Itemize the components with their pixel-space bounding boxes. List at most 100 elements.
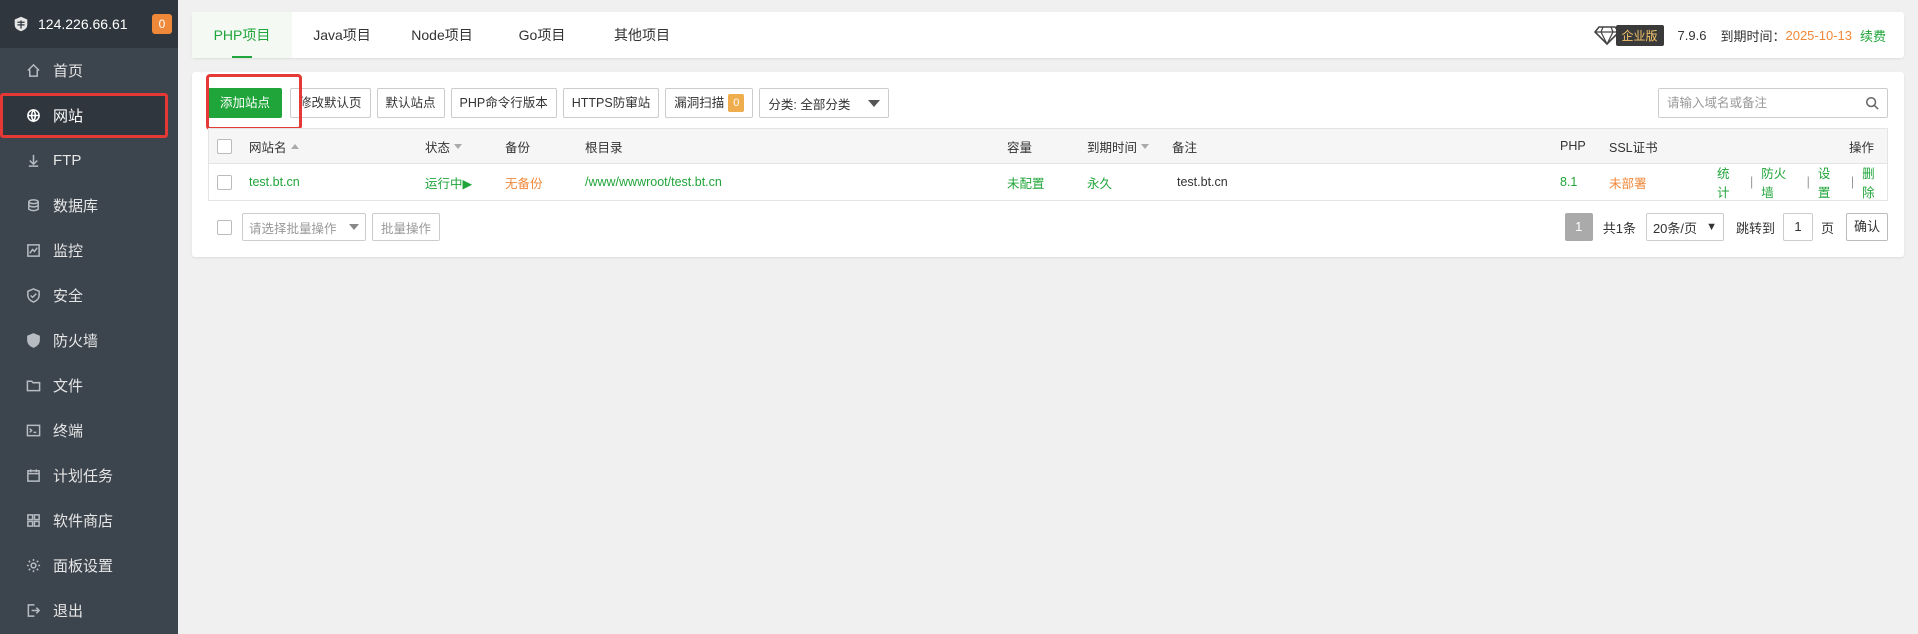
tab-php-project[interactable]: PHP项目	[192, 12, 292, 58]
sidebar-item-settings[interactable]: 面板设置	[0, 543, 178, 588]
footer-select-all-checkbox[interactable]	[217, 219, 232, 235]
firewall-link[interactable]: 防火墙	[1761, 163, 1798, 201]
sort-desc-icon	[454, 143, 463, 149]
header-label: 到期时间	[1087, 140, 1138, 155]
project-tabs-bar: PHP项目 Java项目 Node项目 Go项目 其他项目 企业版 7.9.6 …	[192, 12, 1904, 58]
header-backup: 备份	[505, 129, 530, 163]
edition-label: 企业版	[1615, 24, 1664, 46]
header-php: PHP	[1560, 129, 1586, 163]
sidebar-item-security[interactable]: 安全	[0, 273, 178, 318]
select-all-checkbox[interactable]	[217, 138, 232, 154]
vuln-scan-button[interactable]: 漏洞扫描 0	[665, 88, 754, 118]
site-status-toggle[interactable]: 运行中▶	[425, 164, 472, 200]
sidebar-item-label: 面板设置	[53, 558, 114, 575]
total-count: 共1条	[1602, 220, 1636, 236]
current-page[interactable]: 1	[1564, 213, 1593, 241]
sidebar-item-terminal[interactable]: 终端	[0, 408, 178, 453]
sidebar-item-database[interactable]: 数据库	[0, 183, 178, 228]
table-footer: 请选择批量操作 批量操作 1 共1条 20条/页 ▼ 跳转到 1 页 确认	[208, 212, 1888, 242]
sidebar-item-store[interactable]: 软件商店	[0, 498, 178, 543]
tab-node-project[interactable]: Node项目	[392, 12, 492, 58]
sidebar-item-home[interactable]: 首页	[0, 48, 178, 93]
site-backup-link[interactable]: 无备份	[505, 164, 543, 200]
site-expire-link[interactable]: 永久	[1087, 164, 1112, 200]
expire-label: 到期时间：	[1720, 28, 1786, 44]
page-unit: 页	[1820, 220, 1834, 236]
sidebar-item-ftp[interactable]: FTP	[0, 138, 178, 183]
search-input[interactable]	[1659, 89, 1865, 117]
table-header: 网站名 状态 备份 根目录 容量 到期时间 备注 PHP SSL证书 操作	[209, 129, 1887, 164]
sidebar-item-label: 计划任务	[53, 468, 114, 485]
header-label: 备注	[1172, 140, 1198, 155]
highlight-box	[206, 74, 302, 130]
site-root-link[interactable]: /www/wwwroot/test.bt.cn	[585, 164, 722, 200]
vuln-count-badge: 0	[728, 94, 745, 112]
calendar-icon	[27, 469, 40, 482]
sidebar-item-label: 防火墙	[53, 333, 99, 350]
https-guard-button[interactable]: HTTPS防窜站	[562, 88, 660, 118]
site-toolbar: 添加站点 修改默认页 默认站点 PHP命令行版本 HTTPS防窜站 漏洞扫描 0…	[206, 74, 890, 130]
stats-link[interactable]: 统计	[1717, 163, 1742, 201]
license-info: 企业版 7.9.6 到期时间： 2025-10-13 续费	[1593, 12, 1886, 58]
header-site-name[interactable]: 网站名	[249, 129, 299, 163]
jump-label: 跳转到	[1735, 220, 1775, 236]
category-select[interactable]: 分类: 全部分类	[759, 88, 890, 118]
tab-other-project[interactable]: 其他项目	[592, 12, 692, 58]
settings-link[interactable]: 设置	[1818, 163, 1843, 201]
site-php-version[interactable]: 8.1	[1560, 164, 1577, 200]
site-quota-link[interactable]: 未配置	[1007, 164, 1045, 200]
panel-version: 7.9.6	[1677, 27, 1707, 43]
globe-icon	[27, 109, 40, 123]
expire-date: 2025-10-13	[1785, 27, 1852, 43]
logout-icon	[27, 604, 41, 617]
header-expire[interactable]: 到期时间	[1087, 129, 1150, 163]
default-site-button[interactable]: 默认站点	[376, 88, 445, 118]
sidebar-item-label: 网站	[53, 108, 84, 125]
header-label: 容量	[1007, 140, 1033, 155]
category-value: 分类: 全部分类	[768, 97, 851, 112]
search-icon[interactable]	[1865, 96, 1879, 110]
enterprise-badge[interactable]: 企业版	[1593, 24, 1664, 46]
tab-go-project[interactable]: Go项目	[492, 12, 592, 58]
row-checkbox[interactable]	[217, 174, 232, 190]
sidebar-item-cron[interactable]: 计划任务	[0, 453, 178, 498]
site-name-link[interactable]: test.bt.cn	[249, 164, 300, 200]
notification-badge[interactable]: 0	[152, 14, 172, 34]
sidebar-item-website[interactable]: 网站	[0, 93, 168, 138]
php-cli-version-button[interactable]: PHP命令行版本	[450, 88, 557, 118]
site-ssl-status[interactable]: 未部署	[1609, 164, 1647, 200]
sidebar-item-logout[interactable]: 退出	[0, 588, 178, 633]
header-root: 根目录	[585, 129, 623, 163]
page-size-select[interactable]: 20条/页 ▼	[1645, 213, 1724, 241]
edit-default-page-button[interactable]: 修改默认页	[290, 88, 371, 118]
sidebar-item-label: 首页	[53, 63, 84, 80]
table-row: test.bt.cn 运行中▶ 无备份 /www/wwwroot/test.bt…	[209, 164, 1887, 200]
sidebar-item-label: 安全	[53, 288, 84, 305]
vuln-scan-label: 漏洞扫描	[674, 96, 725, 110]
site-table: 网站名 状态 备份 根目录 容量 到期时间 备注 PHP SSL证书 操作 te…	[208, 128, 1888, 201]
separator: |	[1850, 175, 1855, 189]
header-status[interactable]: 状态	[425, 129, 463, 163]
header-label: 根目录	[585, 140, 623, 155]
monitor-icon	[27, 244, 40, 257]
jump-confirm-button[interactable]: 确认	[1845, 213, 1888, 241]
batch-action-button[interactable]: 批量操作	[372, 213, 441, 241]
sidebar-item-firewall[interactable]: 防火墙	[0, 318, 178, 363]
sidebar-item-monitor[interactable]: 监控	[0, 228, 178, 273]
tab-java-project[interactable]: Java项目	[292, 12, 392, 58]
header-label: PHP	[1560, 139, 1586, 153]
site-remark[interactable]: test.bt.cn	[1177, 164, 1228, 200]
sidebar-item-files[interactable]: 文件	[0, 363, 178, 408]
header-label: 状态	[425, 140, 451, 155]
renew-link[interactable]: 续费	[1860, 26, 1886, 45]
gear-icon	[26, 558, 41, 573]
jump-page-input[interactable]: 1	[1782, 213, 1813, 241]
server-ip: 124.226.66.61	[38, 16, 128, 32]
terminal-icon	[26, 424, 41, 437]
site-list-panel: 添加站点 修改默认页 默认站点 PHP命令行版本 HTTPS防窜站 漏洞扫描 0…	[192, 72, 1904, 257]
delete-link[interactable]: 删除	[1862, 163, 1887, 201]
batch-action-select[interactable]: 请选择批量操作	[242, 213, 366, 241]
folder-icon	[26, 380, 41, 392]
shield-icon	[27, 288, 40, 303]
sidebar-item-label: 文件	[53, 378, 84, 395]
